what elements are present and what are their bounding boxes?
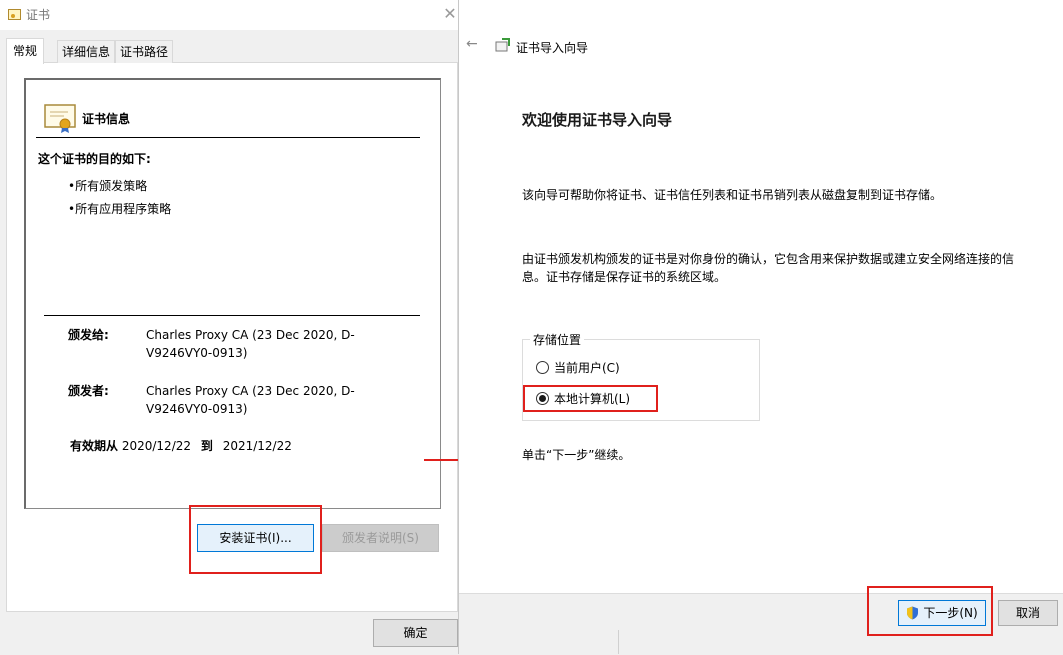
wizard-title: 证书导入向导 (516, 41, 589, 55)
issuer-statement-button: 颁发者说明(S) (322, 524, 439, 552)
divider (44, 315, 420, 316)
close-icon[interactable]: ✕ (440, 4, 460, 24)
purpose-item: •所有应用程序策略 (68, 202, 172, 216)
wizard-description: 由证书颁发机构颁发的证书是对你身份的确认，它包含用来保护数据或建立安全网络连接的… (522, 252, 1015, 284)
highlight-box (867, 586, 993, 636)
store-location-label: 存储位置 (530, 331, 585, 348)
divider (618, 630, 619, 654)
issued-to-value: Charles Proxy CA (23 Dec 2020, D-V9246VY… (146, 328, 355, 360)
certificate-icon (8, 9, 21, 20)
certificate-import-wizard (458, 0, 1063, 654)
title-bar (0, 0, 462, 30)
certificate-badge-icon (44, 104, 76, 133)
valid-to-date: 2021/12/22 (222, 439, 292, 453)
wizard-heading: 欢迎使用证书导入向导 (522, 111, 673, 129)
divider (36, 137, 420, 138)
continue-instruction: 单击“下一步”继续。 (522, 448, 631, 462)
certificate-info-heading: 证书信息 (82, 112, 131, 126)
validity-row: 有效期从 2020/12/22 到 2021/12/22 (70, 437, 292, 454)
highlight-box (523, 385, 658, 412)
issued-to-label: 颁发给: (68, 328, 109, 342)
radio-current-user[interactable]: 当前用户(C) (536, 359, 620, 376)
valid-from-date: 2020/12/22 (121, 439, 192, 453)
issued-by-label: 颁发者: (68, 384, 109, 398)
tab-certification-path[interactable]: 证书路径 (115, 40, 174, 63)
tab-details[interactable]: 详细信息 (57, 40, 116, 63)
back-arrow-icon[interactable]: ← (466, 36, 478, 52)
ok-button[interactable]: 确定 (373, 619, 458, 647)
issued-by-value: Charles Proxy CA (23 Dec 2020, D-V9246VY… (146, 384, 355, 416)
tab-general[interactable]: 常规 (6, 38, 45, 64)
highlight-box (189, 505, 322, 574)
wizard-icon (495, 38, 510, 52)
wizard-description: 该向导可帮助你将证书、证书信任列表和证书吊销列表从磁盘复制到证书存储。 (522, 188, 943, 202)
radio-circle-icon (536, 361, 549, 374)
valid-to-label: 到 (200, 439, 213, 453)
radio-label: 当前用户(C) (554, 361, 620, 375)
valid-from-label: 有效期从 (70, 439, 119, 453)
cancel-button[interactable]: 取消 (998, 600, 1058, 626)
purpose-item: •所有颁发策略 (68, 179, 148, 193)
window-title: 证书 (26, 8, 51, 22)
purpose-title: 这个证书的目的如下: (38, 152, 151, 166)
